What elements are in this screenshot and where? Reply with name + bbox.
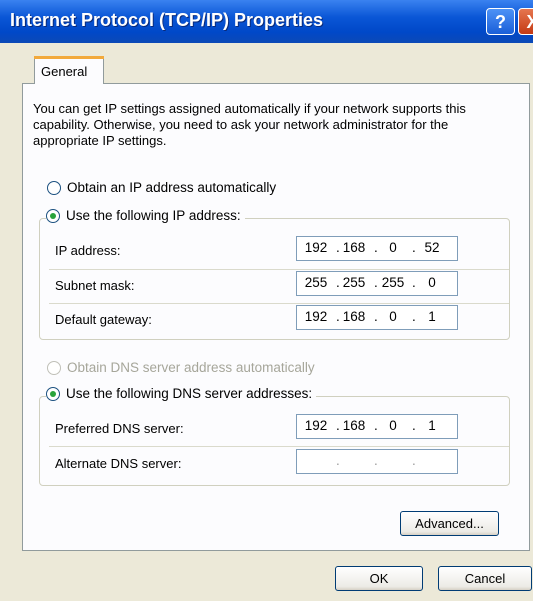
subnet-mask-input[interactable]: 255 . 255 . 255 . 0 xyxy=(296,271,458,296)
tab-highlight xyxy=(34,56,104,59)
ip-octet: 255 xyxy=(381,275,405,290)
ip-octet: 192 xyxy=(304,309,328,324)
radio-selected-dot xyxy=(50,212,56,219)
use-following-ip-option[interactable]: Use the following IP address: xyxy=(46,208,245,223)
ip-octet: 1 xyxy=(428,309,436,324)
subnet-mask-label: Subnet mask: xyxy=(55,278,135,293)
use-following-dns-label: Use the following DNS server addresses: xyxy=(66,386,313,401)
obtain-dns-auto-label: Obtain DNS server address automatically xyxy=(67,360,315,375)
use-following-dns-radio[interactable] xyxy=(46,386,60,401)
ip-octet: 52 xyxy=(424,240,440,255)
obtain-dns-auto-option[interactable]: Obtain DNS server address automatically xyxy=(47,360,315,375)
obtain-ip-auto-radio[interactable] xyxy=(47,180,61,195)
ip-octet: 255 xyxy=(342,275,366,290)
preferred-dns-input[interactable]: 192 . 168 . 0 . 1 xyxy=(296,414,458,439)
ok-button[interactable]: OK xyxy=(335,566,423,591)
obtain-ip-auto-label: Obtain an IP address automatically xyxy=(67,180,277,195)
ip-octet: 0 xyxy=(389,240,397,255)
default-gateway-label: Default gateway: xyxy=(55,312,152,327)
help-button[interactable]: ? xyxy=(486,8,515,35)
default-gateway-input[interactable]: 192 . 168 . 0 . 1 xyxy=(296,305,458,330)
ip-octet: 168 xyxy=(342,418,366,433)
ip-octet: 0 xyxy=(428,275,436,290)
ip-octet: 255 xyxy=(304,275,328,290)
ip-octet: 0 xyxy=(389,309,397,324)
alternate-dns-label: Alternate DNS server: xyxy=(55,456,182,471)
row-separator xyxy=(49,446,509,447)
radio-selected-dot xyxy=(50,390,56,397)
obtain-ip-auto-option[interactable]: Obtain an IP address automatically xyxy=(47,180,276,195)
ip-address-label: IP address: xyxy=(55,243,121,258)
ip-address-input[interactable]: 192 . 168 . 0 . 52 xyxy=(296,236,458,261)
ip-octet: 192 xyxy=(304,418,328,433)
use-following-dns-option[interactable]: Use the following DNS server addresses: xyxy=(46,386,317,401)
cancel-button[interactable]: Cancel xyxy=(438,566,532,591)
intro-text: You can get IP settings assigned automat… xyxy=(33,101,466,148)
close-button[interactable]: X xyxy=(518,8,533,35)
title-bar[interactable]: Internet Protocol (TCP/IP) Properties ? … xyxy=(0,0,533,43)
alternate-dns-input[interactable]: . . . xyxy=(296,449,458,474)
row-separator xyxy=(49,303,509,304)
ip-octet: 1 xyxy=(428,418,436,433)
ip-octet: 168 xyxy=(342,309,366,324)
obtain-dns-auto-radio[interactable] xyxy=(47,360,61,375)
tab-general-label: General xyxy=(41,64,88,79)
ip-octet: 0 xyxy=(389,418,397,433)
ip-octet: 168 xyxy=(342,240,366,255)
window-title: Internet Protocol (TCP/IP) Properties xyxy=(10,10,324,30)
advanced-button[interactable]: Advanced... xyxy=(400,511,499,536)
row-separator xyxy=(49,269,509,270)
ip-octet: 192 xyxy=(304,240,328,255)
tab-general[interactable]: General xyxy=(34,56,104,84)
use-following-ip-label: Use the following IP address: xyxy=(66,208,241,223)
use-following-ip-radio[interactable] xyxy=(46,208,60,223)
preferred-dns-label: Preferred DNS server: xyxy=(55,421,184,436)
tcpip-properties-dialog: Internet Protocol (TCP/IP) Properties ? … xyxy=(0,0,533,601)
